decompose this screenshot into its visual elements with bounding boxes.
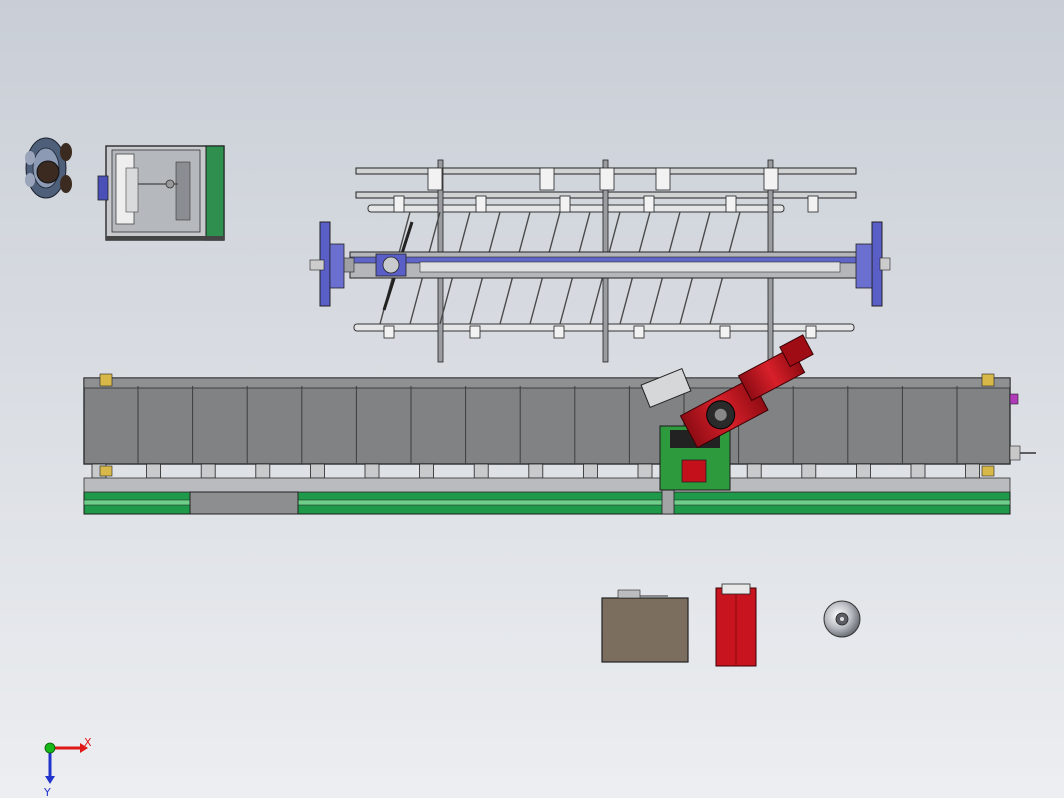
bed-support-foot xyxy=(309,463,325,479)
y-axis-label: Y xyxy=(43,786,51,798)
bed-support-foot xyxy=(746,463,762,479)
bed-support-foot xyxy=(910,463,926,479)
feeder-station[interactable] xyxy=(97,145,225,241)
bed-support-foot xyxy=(583,463,598,479)
control-cabinet[interactable] xyxy=(601,589,689,663)
bed-support-foot xyxy=(473,463,489,479)
bed-support-foot xyxy=(255,463,271,479)
bed-support-foot xyxy=(637,463,653,479)
bed-support-foot xyxy=(965,463,980,479)
3d-viewport-canvas[interactable]: X Y xyxy=(0,0,1064,798)
bed-support-foot xyxy=(801,463,817,479)
bed-support-foot xyxy=(419,463,435,479)
bed-support-foot xyxy=(146,463,162,479)
x-axis-label: X xyxy=(84,736,92,749)
long-conveyor-bed[interactable] xyxy=(83,373,1036,515)
operator-figure[interactable] xyxy=(25,137,72,199)
bed-support-foot xyxy=(364,463,380,479)
bed-support-foot xyxy=(200,463,216,479)
bed-support-foot xyxy=(856,463,871,479)
red-tool-cabinet[interactable] xyxy=(715,583,757,667)
z-axis-dot xyxy=(44,742,56,754)
spool-reel[interactable] xyxy=(823,600,861,638)
bed-support-foot xyxy=(528,463,544,479)
cad-graphics-area[interactable]: X Y xyxy=(0,0,1064,798)
